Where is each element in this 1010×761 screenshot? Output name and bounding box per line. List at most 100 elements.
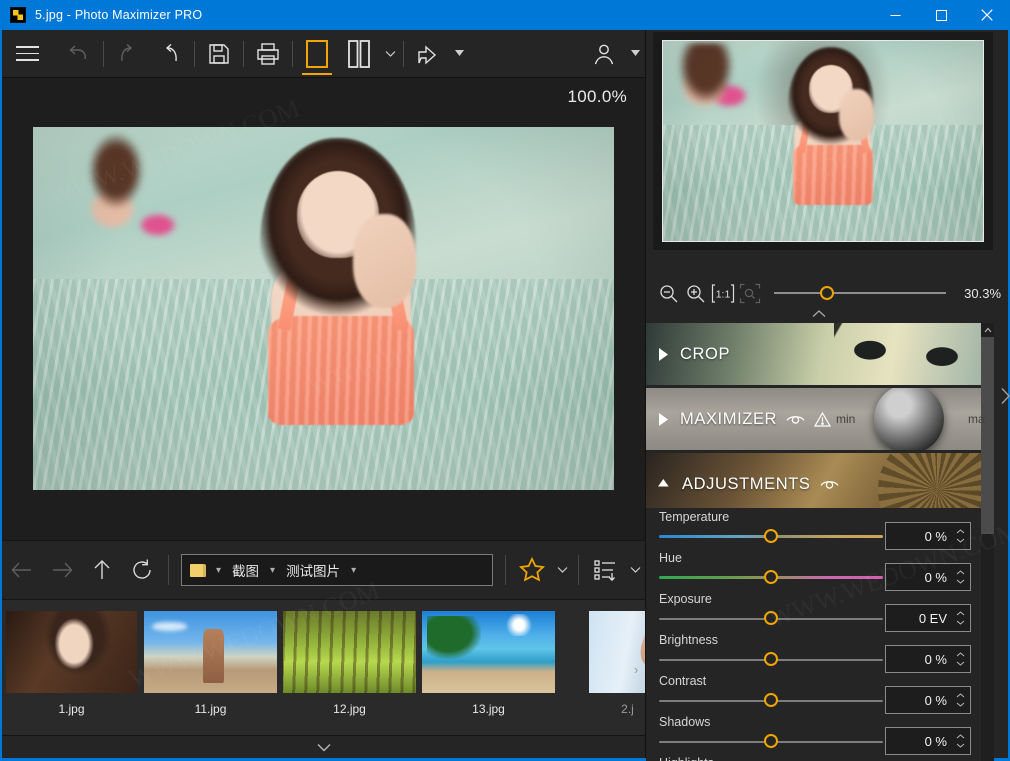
thumbnail-item[interactable]: 13.jpg	[419, 611, 558, 716]
panel-title: CROP	[680, 345, 730, 364]
scrollbar-thumb[interactable]	[981, 337, 994, 534]
panel-header-crop[interactable]: CROP	[646, 323, 986, 385]
chevron-down-icon[interactable]: ▾	[266, 565, 279, 576]
scroll-up-arrow[interactable]	[981, 323, 994, 337]
spinner-arrows[interactable]	[954, 529, 970, 543]
sort-more-button[interactable]	[625, 547, 645, 593]
share-button[interactable]	[407, 31, 449, 77]
single-view-button[interactable]	[296, 31, 338, 77]
image-vignette	[33, 127, 614, 490]
nav-separator-2	[505, 555, 506, 585]
refresh-button[interactable]	[122, 548, 162, 592]
thumbnail-image[interactable]	[422, 611, 555, 693]
triangle-right-icon[interactable]	[658, 347, 669, 361]
panel-scrollbar[interactable]	[981, 323, 994, 761]
main-image-layers	[33, 127, 614, 490]
slider-knob[interactable]	[764, 570, 778, 584]
menu-button[interactable]	[6, 31, 48, 77]
thumbnail-item[interactable]: 11.jpg	[141, 611, 280, 716]
account-button[interactable]	[583, 31, 625, 77]
breadcrumb-item-1[interactable]: 测试图片	[281, 558, 345, 582]
slider-knob[interactable]	[764, 693, 778, 707]
spinner-arrows[interactable]	[954, 611, 970, 625]
thumbnail-image[interactable]	[144, 611, 277, 693]
slider-value-input[interactable]: 0 %	[885, 727, 971, 755]
back-button[interactable]	[2, 548, 42, 592]
bottom-expander[interactable]	[2, 735, 645, 758]
thumbnail-strip[interactable]: 1.jpg 11.jpg 12.jpg 13.jpg 2.j	[2, 600, 645, 735]
thumbnail-item[interactable]: 1.jpg	[2, 611, 141, 716]
thumbnail-image[interactable]	[561, 611, 645, 693]
thumbnail-image[interactable]	[283, 611, 416, 693]
panel-header-adjustments[interactable]: ADJUSTMENTS	[646, 453, 986, 515]
breadcrumb[interactable]: ▾ 截图 ▾ 测试图片 ▾	[181, 554, 493, 586]
account-more-button[interactable]	[625, 31, 645, 77]
share-more-button[interactable]	[449, 31, 469, 77]
toolbar-separator-1	[103, 40, 104, 67]
fit-to-window-icon[interactable]	[737, 280, 762, 306]
thumbnail-label: 11.jpg	[194, 702, 227, 716]
revert-button[interactable]	[58, 31, 100, 77]
slider-knob[interactable]	[764, 734, 778, 748]
chevron-down-icon[interactable]: ▾	[347, 565, 360, 576]
chevron-up-icon	[956, 529, 965, 534]
preview-vignette	[663, 41, 983, 241]
spinner-arrows[interactable]	[954, 734, 970, 748]
warning-icon[interactable]	[814, 411, 832, 427]
minimize-button[interactable]	[872, 0, 918, 30]
favorites-button[interactable]	[512, 548, 552, 592]
save-button[interactable]	[198, 31, 240, 77]
panel-accordion: CROP MAXIMIZER min max ADJUSTMENTS	[646, 323, 986, 518]
split-view-button[interactable]	[338, 31, 380, 77]
triangle-right-icon[interactable]	[658, 412, 669, 426]
breadcrumb-item-0[interactable]: 截图	[227, 558, 264, 582]
zoom-out-icon[interactable]	[656, 280, 681, 306]
close-button[interactable]	[964, 0, 1010, 30]
maximize-button[interactable]	[918, 0, 964, 30]
undo-button[interactable]	[107, 31, 149, 77]
slider-value-input[interactable]: 0 %	[885, 563, 971, 591]
spinner-arrows[interactable]	[954, 652, 970, 666]
slider-knob[interactable]	[764, 652, 778, 666]
thumbnail-label: 2.j	[621, 702, 634, 716]
up-button[interactable]	[82, 548, 122, 592]
actual-size-icon[interactable]: 1:1	[710, 280, 735, 306]
redo-button[interactable]	[149, 31, 191, 77]
image-canvas[interactable]: 100.0% WWW.WEDOWN.COM WWW.WEDOWN.COM	[2, 78, 645, 540]
eye-icon[interactable]	[786, 413, 805, 426]
chevron-down-icon	[956, 620, 965, 625]
slider-knob[interactable]	[764, 529, 778, 543]
main-image[interactable]	[33, 127, 614, 490]
thumbnail-item[interactable]: 2.j	[558, 611, 645, 716]
preview-image[interactable]	[662, 40, 984, 242]
slider-row: Hue 0 %	[646, 549, 986, 591]
slider-value-input[interactable]: 0 %	[885, 522, 971, 550]
preview-collapse-button[interactable]	[646, 306, 991, 322]
triangle-up-icon[interactable]	[658, 478, 671, 490]
preview-zoom-slider[interactable]	[774, 280, 947, 306]
panel-flyout-button[interactable]	[998, 385, 1010, 407]
toolbar-separator-4	[292, 40, 293, 67]
slider-value-input[interactable]: 0 EV	[885, 604, 971, 632]
spinner-arrows[interactable]	[954, 570, 970, 584]
zoom-slider-knob[interactable]	[820, 286, 835, 300]
slider-value-input[interactable]: 0 %	[885, 686, 971, 714]
thumbnail-image[interactable]	[5, 611, 138, 693]
slider-value-input[interactable]: 0 %	[885, 645, 971, 673]
sort-button[interactable]	[585, 548, 625, 592]
canvas-zoom-label: 100.0%	[567, 87, 627, 106]
favorites-more-button[interactable]	[552, 547, 572, 593]
eye-icon[interactable]	[820, 478, 839, 491]
spinner-arrows[interactable]	[954, 693, 970, 707]
print-button[interactable]	[247, 31, 289, 77]
chevron-down-icon[interactable]: ▾	[212, 565, 225, 576]
zoom-in-icon[interactable]	[683, 280, 708, 306]
slider-knob[interactable]	[764, 611, 778, 625]
panel-header-maximizer[interactable]: MAXIMIZER min max	[646, 388, 986, 450]
thumbnail-item[interactable]: 12.jpg	[280, 611, 419, 716]
view-more-button[interactable]	[380, 31, 400, 77]
chevron-up-icon	[956, 611, 965, 616]
forward-button[interactable]	[42, 548, 82, 592]
knob-max-label: max	[968, 412, 986, 426]
preview-container	[653, 32, 993, 250]
